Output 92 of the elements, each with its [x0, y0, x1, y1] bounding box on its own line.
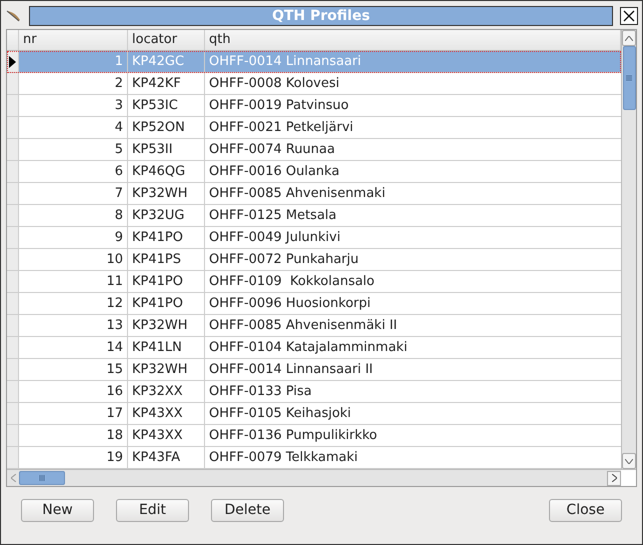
table-cell: 16: [19, 381, 128, 402]
table-row[interactable]: 14 KP41LN OHFF-0104 Katajalamminmaki: [7, 337, 621, 359]
table-cell-text: OHFF-0104 Katajalamminmaki: [208, 338, 408, 357]
table-cell: 9: [19, 227, 128, 248]
column-header[interactable]: nr: [19, 30, 128, 50]
table-row[interactable]: 15 KP32WH OHFF-0014 Linnansaari II: [7, 359, 621, 381]
table-cell-text: OHFF-0133 Pisa: [208, 382, 313, 401]
grip-icon: [39, 475, 45, 481]
table-cell: KP32UG: [128, 205, 205, 226]
table-cell: KP41LN: [128, 337, 205, 358]
table-cell-text: OHFF-0014 Linnansaari II: [208, 360, 374, 379]
table-row[interactable]: 4 KP52ON OHFF-0021 Petkeljärvi: [7, 117, 621, 139]
dialog-button[interactable]: Delete: [211, 499, 284, 522]
table-cell-text: OHFF-0085 Ahvenisenmaki: [208, 184, 386, 203]
table-row[interactable]: 12 KP41PO OHFF-0096 Huosionkorpi: [7, 293, 621, 315]
table-cell: 17: [19, 403, 128, 424]
table-cell-text: OHFF-0105 Keihasjoki: [208, 404, 352, 423]
table-row[interactable]: 17 KP43XX OHFF-0105 Keihasjoki: [7, 403, 621, 425]
table-cell-text: OHFF-0096 Huosionkorpi: [208, 294, 372, 313]
table-cell: KP32WH: [128, 315, 205, 336]
table-row[interactable]: 18 KP43XX OHFF-0136 Pumpulikirkko: [7, 425, 621, 447]
table-cell-text: OHFF-0049 Julunkivi: [208, 228, 342, 247]
table-cell-text: OHFF-0136 Pumpulikirkko: [208, 426, 378, 445]
grip-icon: [626, 75, 632, 81]
table-cell-text: OHFF-0074 Ruunaa: [208, 140, 336, 159]
feather-icon: [5, 8, 23, 24]
table-cell: 13: [19, 315, 128, 336]
table-cell: 18: [19, 425, 128, 446]
row-pointer-icon: [9, 56, 16, 68]
table-row[interactable]: 6 KP46QG OHFF-0016 Oulanka: [7, 161, 621, 183]
table-cell: KP53IC: [128, 95, 205, 116]
table-row[interactable]: 2 KP42KF OHFF-0008 Kolovesi: [7, 73, 621, 95]
table-cell: KP42KF: [128, 73, 205, 94]
table-cell: KP41PO: [128, 227, 205, 248]
table-cell: 1: [19, 51, 128, 72]
table-cell-text: OHFF-0008 Kolovesi: [208, 74, 340, 93]
dialog-button[interactable]: Close: [549, 499, 622, 522]
table-cell: 2: [19, 73, 128, 94]
table-cell-text: OHFF-0021 Petkeljärvi: [208, 118, 354, 137]
table-cell: KP32XX: [128, 381, 205, 402]
table-cell: 5: [19, 139, 128, 160]
table-row[interactable]: 5 KP53II OHFF-0074 Ruunaa: [7, 139, 621, 161]
vertical-scrollbar[interactable]: [621, 30, 636, 469]
column-header[interactable]: locator: [128, 30, 205, 50]
table-cell-text: OHFF-0085 Ahvenisenmäki II: [208, 316, 398, 335]
dialog-button[interactable]: Edit: [116, 499, 189, 522]
window-title: QTH Profiles: [29, 6, 613, 26]
table-row[interactable]: 9 KP41PO OHFF-0049 Julunkivi: [7, 227, 621, 249]
table-cell-text: OHFF-0016 Oulanka: [208, 162, 340, 181]
horizontal-scrollbar[interactable]: [7, 470, 621, 486]
table-cell: KP52ON: [128, 117, 205, 138]
table-cell: 14: [19, 337, 128, 358]
table-cell: 19: [19, 447, 128, 468]
dialog-button[interactable]: New: [21, 499, 94, 522]
table-cell-text: OHFF-0109 Kokkolansalo: [208, 272, 376, 291]
table-cell-text: OHFF-0079 Telkkamaki: [208, 448, 359, 467]
table-row[interactable]: 16 KP32XX OHFF-0133 Pisa: [7, 381, 621, 403]
table-cell: KP32WH: [128, 183, 205, 204]
table-cell: 12: [19, 293, 128, 314]
table-cell: KP53II: [128, 139, 205, 160]
table-row[interactable]: 3 KP53IC OHFF-0019 Patvinsuo: [7, 95, 621, 117]
table-row[interactable]: 8 KP32UG OHFF-0125 Metsala: [7, 205, 621, 227]
table-cell: KP42GC: [128, 51, 205, 72]
table-cell: KP43XX: [128, 425, 205, 446]
table-cell-text: OHFF-0125 Metsala: [208, 206, 338, 225]
table-row[interactable]: 10 KP41PS OHFF-0072 Punkaharju: [7, 249, 621, 271]
close-icon[interactable]: [620, 7, 638, 25]
scroll-up-icon[interactable]: [625, 36, 633, 40]
table-cell: 15: [19, 359, 128, 380]
table-cell: 11: [19, 271, 128, 292]
table-row[interactable]: 7 KP32WH OHFF-0085 Ahvenisenmaki: [7, 183, 621, 205]
table-cell: KP32WH: [128, 359, 205, 380]
table-cell: 7: [19, 183, 128, 204]
table-cell-text: OHFF-0019 Patvinsuo: [208, 96, 350, 115]
table-cell: KP41PO: [128, 293, 205, 314]
table-cell: KP46QG: [128, 161, 205, 182]
table-cell: KP41PS: [128, 249, 205, 270]
table-cell: KP43FA: [128, 447, 205, 468]
table-cell: 10: [19, 249, 128, 270]
table-cell-text: OHFF-0072 Punkaharju: [208, 250, 360, 269]
table-row[interactable]: 11 KP41PO OHFF-0109 Kokkolansalo: [7, 271, 621, 293]
scroll-down-icon[interactable]: [625, 458, 633, 464]
table-cell: 6: [19, 161, 128, 182]
scroll-right-icon[interactable]: [612, 474, 616, 482]
table-cell: KP43XX: [128, 403, 205, 424]
table-row[interactable]: 19 KP43FA OHFF-0079 Telkkamaki: [7, 447, 621, 469]
table-cell: 3: [19, 95, 128, 116]
table-cell: 4: [19, 117, 128, 138]
table-row[interactable]: 13 KP32WH OHFF-0085 Ahvenisenmäki II: [7, 315, 621, 337]
table-cell-text: OHFF-0014 Linnansaari: [208, 52, 362, 71]
table-cell: 8: [19, 205, 128, 226]
table-cell: KP41PO: [128, 271, 205, 292]
